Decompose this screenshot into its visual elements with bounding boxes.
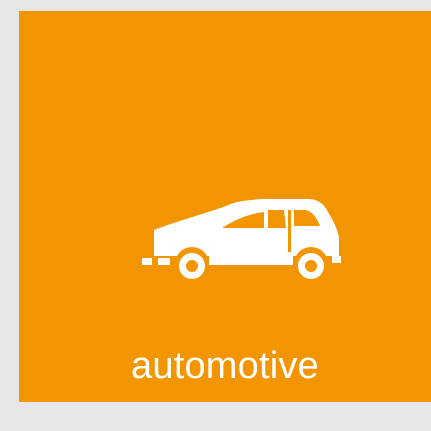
car-icon bbox=[142, 199, 341, 281]
category-tile-automotive[interactable]: automotive bbox=[19, 11, 431, 402]
category-label: automotive bbox=[131, 345, 319, 387]
